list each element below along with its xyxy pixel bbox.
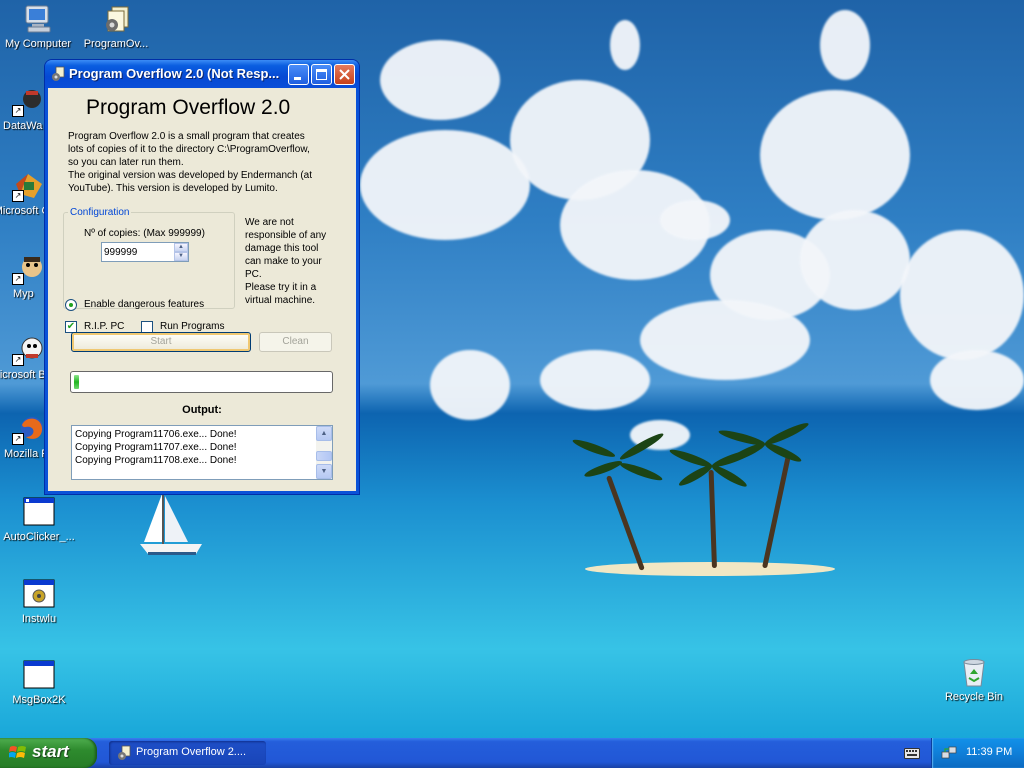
output-log[interactable]: Copying Program11706.exe... Done! Copyin… (71, 425, 333, 480)
output-line: Copying Program11708.exe... Done! (75, 455, 237, 466)
taskbar: start Program Overflow 2.... 11:39 PM (0, 738, 1024, 768)
progress-fill (74, 375, 79, 389)
sailboat (140, 492, 202, 555)
stepper-down-button[interactable]: ▼ (174, 252, 188, 261)
application-icon (23, 578, 55, 610)
close-icon (339, 69, 350, 80)
app-description: Program Overflow 2.0 is a small program … (68, 131, 313, 194)
windows-logo-icon (8, 745, 27, 761)
application-icon (23, 496, 55, 528)
scroll-up-button[interactable]: ▲ (316, 426, 332, 441)
minimize-icon (294, 77, 301, 80)
rip-pc-label: R.I.P. PC (84, 321, 125, 332)
dangerous-features-radio[interactable] (65, 299, 77, 311)
run-programs-label: Run Programs (160, 321, 225, 332)
shortcut-icon: ↗ (12, 170, 44, 202)
copies-stepper[interactable]: ▲ ▼ (101, 242, 189, 262)
shortcut-icon: ↗ (12, 334, 44, 366)
shortcut-arrow-icon: ↗ (12, 190, 24, 202)
close-button[interactable] (334, 64, 355, 85)
configuration-title: Configuration (70, 207, 130, 218)
copies-label: Nº of copies: (Max 999999) (84, 228, 205, 239)
window-client-area: Program Overflow 2.0 Program Overflow 2.… (48, 88, 356, 491)
start-label: start (32, 742, 69, 761)
clean-button[interactable]: Clean (259, 332, 332, 352)
system-tray: 11:39 PM (931, 738, 1024, 768)
dangerous-features-label: Enable dangerous features (84, 299, 205, 310)
keyboard-icon[interactable] (904, 748, 920, 759)
shortcut-icon: ↗ (12, 253, 44, 285)
app-heading: Program Overflow 2.0 (86, 96, 291, 119)
output-label: Output: (182, 404, 222, 416)
window-titlebar[interactable]: Program Overflow 2.0 (Not Resp... (45, 60, 359, 88)
desktop-icon-recycle-bin[interactable]: Recycle Bin (934, 656, 1014, 703)
taskbar-item-label: Program Overflow 2.... (136, 746, 247, 758)
firefox-icon: ↗ (12, 413, 44, 445)
island (585, 562, 835, 576)
clock: 11:39 PM (966, 746, 1013, 758)
desktop-icon-my-computer[interactable]: My Computer (0, 3, 78, 50)
copies-input[interactable] (102, 243, 166, 261)
window-title: Program Overflow 2.0 (Not Resp... (69, 66, 280, 81)
desktop-icon-autoclicker[interactable]: AutoClicker_... (0, 496, 79, 543)
disclaimer-text: We are not responsible of any damage thi… (245, 217, 327, 306)
output-line: Copying Program11706.exe... Done! (75, 429, 237, 440)
program-overflow-icon (100, 3, 132, 35)
output-line: Copying Program11707.exe... Done! (75, 442, 237, 453)
maximize-button[interactable] (311, 64, 332, 85)
minimize-button[interactable] (288, 64, 309, 85)
program-overflow-icon (116, 745, 132, 761)
desktop-icon-msgbox2k[interactable]: MsgBox2K (0, 659, 79, 706)
maximize-icon (316, 69, 327, 80)
network-icon[interactable] (941, 745, 957, 761)
shortcut-arrow-icon: ↗ (12, 105, 24, 117)
recycle-bin-icon (958, 656, 990, 688)
computer-icon (22, 3, 54, 35)
shortcut-icon: ↗ (12, 85, 44, 117)
program-overflow-window[interactable]: Program Overflow 2.0 (Not Resp... Progra… (45, 60, 359, 494)
taskbar-item-program-overflow[interactable]: Program Overflow 2.... (109, 741, 266, 765)
start-button-taskbar[interactable]: start (0, 738, 97, 768)
scroll-thumb[interactable] (316, 451, 332, 461)
desktop-icon-instwlu[interactable]: Instwlu (0, 578, 79, 625)
application-icon (23, 659, 55, 691)
app-title-icon (50, 66, 66, 82)
output-lines: Copying Program11706.exe... Done! Copyin… (75, 428, 237, 467)
shortcut-arrow-icon: ↗ (12, 354, 24, 366)
copy-progress-bar (70, 371, 333, 393)
shortcut-arrow-icon: ↗ (12, 273, 24, 285)
shortcut-arrow-icon: ↗ (12, 433, 24, 445)
stepper-up-button[interactable]: ▲ (174, 243, 188, 252)
desktop-icon-program-overflow[interactable]: ProgramOv... (76, 3, 156, 50)
output-scrollbar[interactable]: ▲ ▼ (316, 426, 332, 479)
start-button[interactable]: Start (71, 332, 251, 352)
scroll-down-button[interactable]: ▼ (316, 464, 332, 479)
